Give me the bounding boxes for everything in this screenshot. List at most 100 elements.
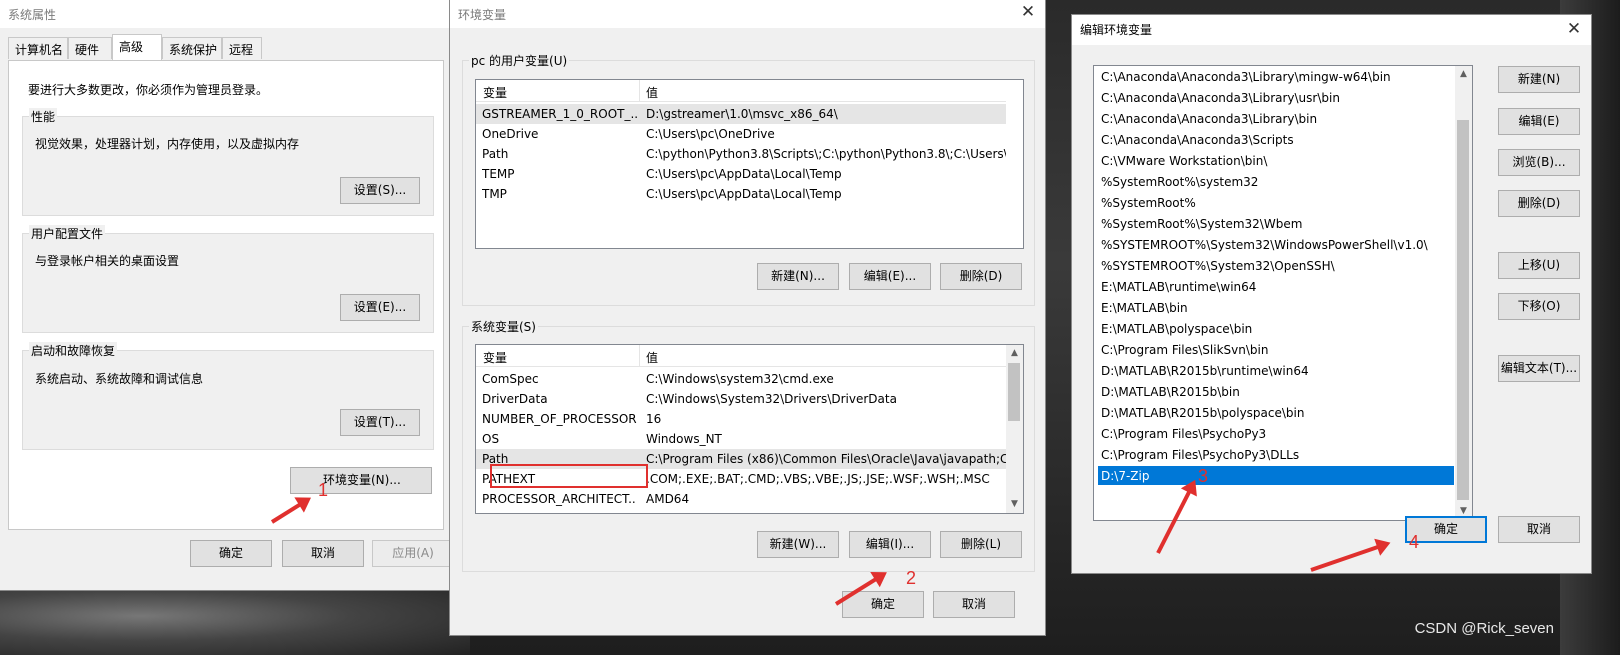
system-edit-button[interactable]: 编辑(I)... [849, 531, 931, 558]
annotation-number-4: 4 [1409, 532, 1420, 552]
table-row[interactable]: DriverData C:\Windows\System32\Drivers\Dr… [476, 389, 1006, 409]
edit-text-button[interactable]: 编辑文本(T)... [1498, 355, 1580, 382]
tab-system-protection[interactable]: 系统保护 [162, 37, 222, 59]
tab-remote[interactable]: 远程 [222, 37, 262, 59]
tab-advanced[interactable]: 高级 [112, 34, 162, 60]
path-entry[interactable]: %SystemRoot% [1098, 193, 1454, 213]
column-variable-header[interactable]: 变量 [483, 349, 507, 366]
close-icon[interactable]: ✕ [1015, 2, 1041, 24]
scroll-thumb[interactable] [1457, 120, 1469, 500]
startup-recovery-group: 启动和故障恢复 系统启动、系统故障和调试信息 设置(T)... [22, 342, 434, 450]
column-variable-header[interactable]: 变量 [483, 84, 507, 101]
path-entry[interactable]: C:\Anaconda\Anaconda3\Library\usr\bin [1098, 88, 1454, 108]
path-entries-list[interactable]: C:\Anaconda\Anaconda3\Library\mingw-w64\… [1093, 65, 1473, 521]
table-row[interactable]: TEMP C:\Users\pc\AppData\Local\Temp [476, 164, 1006, 184]
performance-settings-button[interactable]: 设置(S)... [340, 177, 420, 204]
cancel-button[interactable]: 取消 [282, 540, 364, 567]
watermark-text: CSDN @Rick_seven [1414, 620, 1554, 637]
path-entry[interactable]: C:\Anaconda\Anaconda3\Scripts [1098, 130, 1454, 150]
path-entry[interactable]: %SystemRoot%\System32\Wbem [1098, 214, 1454, 234]
path-entry[interactable]: %SystemRoot%\system32 [1098, 172, 1454, 192]
table-row[interactable]: NUMBER_OF_PROCESSORS 16 [476, 409, 1006, 429]
path-entry[interactable]: C:\Anaconda\Anaconda3\Library\mingw-w64\… [1098, 67, 1454, 87]
table-row[interactable]: TMP C:\Users\pc\AppData\Local\Temp [476, 184, 1006, 204]
path-entry[interactable]: D:\7-Zip [1098, 466, 1454, 486]
scroll-up-icon[interactable]: ▲ [1006, 345, 1023, 362]
close-icon[interactable]: ✕ [1561, 19, 1587, 41]
column-value-header[interactable]: 值 [646, 84, 658, 101]
path-entry[interactable]: D:\MATLAB\R2015b\runtime\win64 [1098, 361, 1454, 381]
ok-button[interactable]: 确定 [190, 540, 272, 567]
annotation-number-3: 3 [1198, 466, 1209, 486]
variable-name: DriverData [482, 392, 548, 406]
path-entry[interactable]: C:\Anaconda\Anaconda3\Library\bin [1098, 109, 1454, 129]
variable-value: C:\python\Python3.8\Scripts\;C:\python\P… [646, 147, 1006, 161]
startup-recovery-settings-button[interactable]: 设置(T)... [340, 409, 420, 436]
user-profile-label: 用户配置文件 [29, 225, 106, 242]
table-row[interactable]: OS Windows_NT [476, 429, 1006, 449]
variable-value: C:\Users\pc\OneDrive [646, 127, 775, 141]
user-edit-button[interactable]: 编辑(E)... [849, 263, 931, 290]
performance-label: 性能 [29, 108, 58, 125]
scroll-up-icon[interactable]: ▲ [1455, 66, 1472, 83]
table-row[interactable]: PROCESSOR_ARCHITECT... AMD64 [476, 489, 1006, 509]
column-value-header[interactable]: 值 [646, 349, 658, 366]
advanced-tab-panel: 要进行大多数更改，你必须作为管理员登录。 性能 视觉效果，处理器计划，内存使用，… [8, 60, 444, 530]
system-variables-scrollbar[interactable]: ▲ ▼ [1006, 345, 1023, 513]
path-entry[interactable]: E:\MATLAB\polyspace\bin [1098, 319, 1454, 339]
column-separator [639, 80, 640, 102]
admin-notice: 要进行大多数更改，你必须作为管理员登录。 [28, 83, 269, 97]
tab-hardware[interactable]: 硬件 [68, 37, 112, 59]
variable-name: TEMP [482, 167, 515, 181]
table-row[interactable]: GSTREAMER_1_0_ROOT_... D:\gstreamer\1.0\m… [476, 104, 1006, 124]
path-entry[interactable]: C:\Program Files\PsychoPy3 [1098, 424, 1454, 444]
performance-group: 性能 视觉效果，处理器计划，内存使用，以及虚拟内存 设置(S)... [22, 108, 434, 216]
path-list-scrollbar[interactable]: ▲ ▼ [1455, 66, 1472, 520]
path-entry[interactable]: %SYSTEMROOT%\System32\WindowsPowerShell\… [1098, 235, 1454, 255]
variable-value: 16 [646, 412, 662, 426]
user-variables-label: pc 的用户变量(U) [469, 52, 570, 69]
browse-button[interactable]: 浏览(B)... [1498, 149, 1580, 176]
path-entry[interactable]: C:\Program Files\SlikSvn\bin [1098, 340, 1454, 360]
performance-description: 视觉效果，处理器计划，内存使用，以及虚拟内存 [35, 137, 300, 151]
scroll-down-icon[interactable]: ▼ [1006, 496, 1023, 513]
system-properties-titlebar: 系统属性 [0, 0, 451, 28]
cancel-button[interactable]: 取消 [933, 591, 1015, 618]
path-entry[interactable]: D:\MATLAB\R2015b\bin [1098, 382, 1454, 402]
path-entry[interactable]: D:\MATLAB\R2015b\polyspace\bin [1098, 403, 1454, 423]
variable-name: ComSpec [482, 372, 539, 386]
apply-button[interactable]: 应用(A) [372, 540, 454, 567]
move-up-button[interactable]: 上移(U) [1498, 252, 1580, 279]
move-down-button[interactable]: 下移(O) [1498, 293, 1580, 320]
user-variables-list[interactable]: 变量 值 GSTREAMER_1_0_ROOT_... D:\gstreamer\… [475, 79, 1024, 249]
annotation-number-2: 2 [906, 568, 917, 588]
table-row[interactable]: ComSpec C:\Windows\system32\cmd.exe [476, 369, 1006, 389]
edit-button[interactable]: 编辑(E) [1498, 108, 1580, 135]
scroll-thumb[interactable] [1008, 363, 1020, 421]
variable-value: .COM;.EXE;.BAT;.CMD;.VBS;.VBE;.JS;.JSE;.… [646, 472, 990, 486]
tab-computer-name[interactable]: 计算机名 [8, 37, 68, 59]
table-row[interactable]: OneDrive C:\Users\pc\OneDrive [476, 124, 1006, 144]
ok-button[interactable]: 确定 [842, 591, 924, 618]
path-entry[interactable]: E:\MATLAB\runtime\win64 [1098, 277, 1454, 297]
startup-recovery-label: 启动和故障恢复 [29, 342, 118, 359]
system-variables-list[interactable]: 变量 值 ComSpec C:\Windows\system32\cmd.exe … [475, 344, 1024, 514]
user-variables-header: 变量 值 [476, 80, 1006, 102]
environment-variables-button[interactable]: 环境变量(N)... [290, 467, 432, 494]
user-delete-button[interactable]: 删除(D) [940, 263, 1022, 290]
environment-variables-label: 环境变量(N)... [323, 473, 401, 487]
system-delete-button[interactable]: 删除(L) [940, 531, 1022, 558]
environment-variables-window: 环境变量 ✕ pc 的用户变量(U) 变量 值 GSTREAMER_1_0_RO… [449, 0, 1046, 636]
new-button[interactable]: 新建(N) [1498, 66, 1580, 93]
cancel-button[interactable]: 取消 [1498, 516, 1580, 543]
system-properties-window: 系统属性 计算机名 硬件 高级 系统保护 远程 要进行大多数更改，你必须作为管理… [0, 0, 454, 591]
path-entry[interactable]: E:\MATLAB\bin [1098, 298, 1454, 318]
path-entry[interactable]: C:\Program Files\PsychoPy3\DLLs [1098, 445, 1454, 465]
user-new-button[interactable]: 新建(N)... [757, 263, 839, 290]
path-entry[interactable]: %SYSTEMROOT%\System32\OpenSSH\ [1098, 256, 1454, 276]
table-row[interactable]: Path C:\python\Python3.8\Scripts\;C:\pyth… [476, 144, 1006, 164]
user-profile-settings-button[interactable]: 设置(E)... [340, 294, 420, 321]
delete-button[interactable]: 删除(D) [1498, 190, 1580, 217]
system-new-button[interactable]: 新建(W)... [757, 531, 839, 558]
path-entry[interactable]: C:\VMware Workstation\bin\ [1098, 151, 1454, 171]
